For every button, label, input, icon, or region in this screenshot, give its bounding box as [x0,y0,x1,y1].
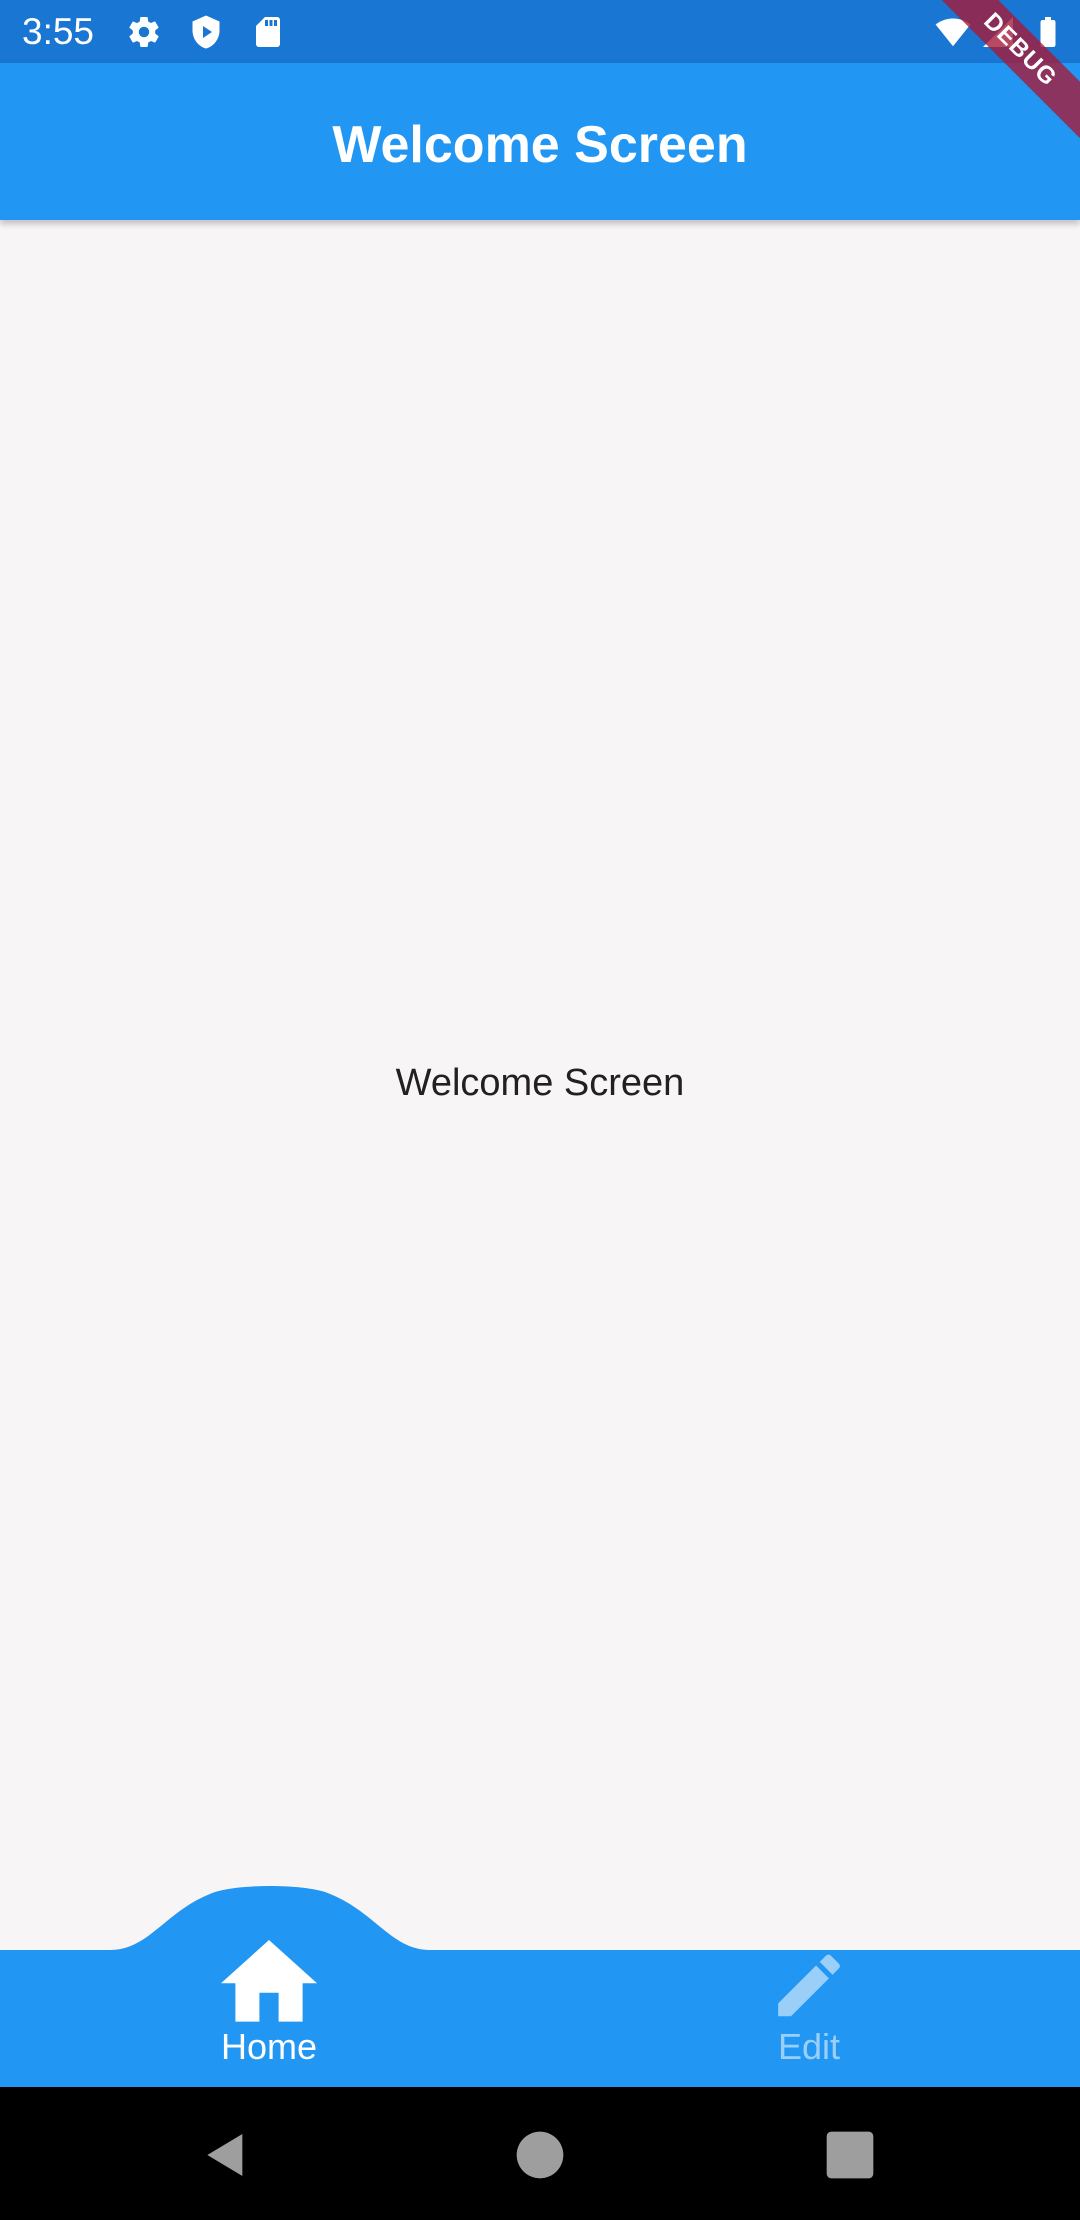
status-time: 3:55 [22,11,95,52]
app-bar: Welcome Screen [0,63,1080,220]
nav-item-edit[interactable]: Edit [659,1940,959,2087]
sd-card-icon [256,17,280,47]
welcome-text: Welcome Screen [395,1062,685,1104]
system-navigation-bar [0,2087,1080,2220]
bottom-navigation-bar: Home Edit [0,1880,1080,2087]
body-content: Welcome Screen [0,220,1080,1950]
battery-icon [1040,17,1056,47]
edit-icon [778,1954,840,2017]
signal-icon [983,17,1013,47]
shield-icon [192,15,220,49]
gear-icon [129,17,159,48]
recents-icon[interactable] [822,2127,878,2183]
nav-item-home[interactable]: Home [119,1940,419,2087]
wifi-icon [935,18,971,47]
nav-item-edit-label: Edit [777,2026,841,2067]
home-circle-icon[interactable] [512,2127,568,2183]
home-icon [221,1940,317,2022]
status-bar: 3:55 [0,0,1080,63]
app-bar-title: Welcome Screen [332,116,748,174]
nav-item-home-label: Home [220,2026,318,2067]
back-icon[interactable] [198,2127,254,2183]
